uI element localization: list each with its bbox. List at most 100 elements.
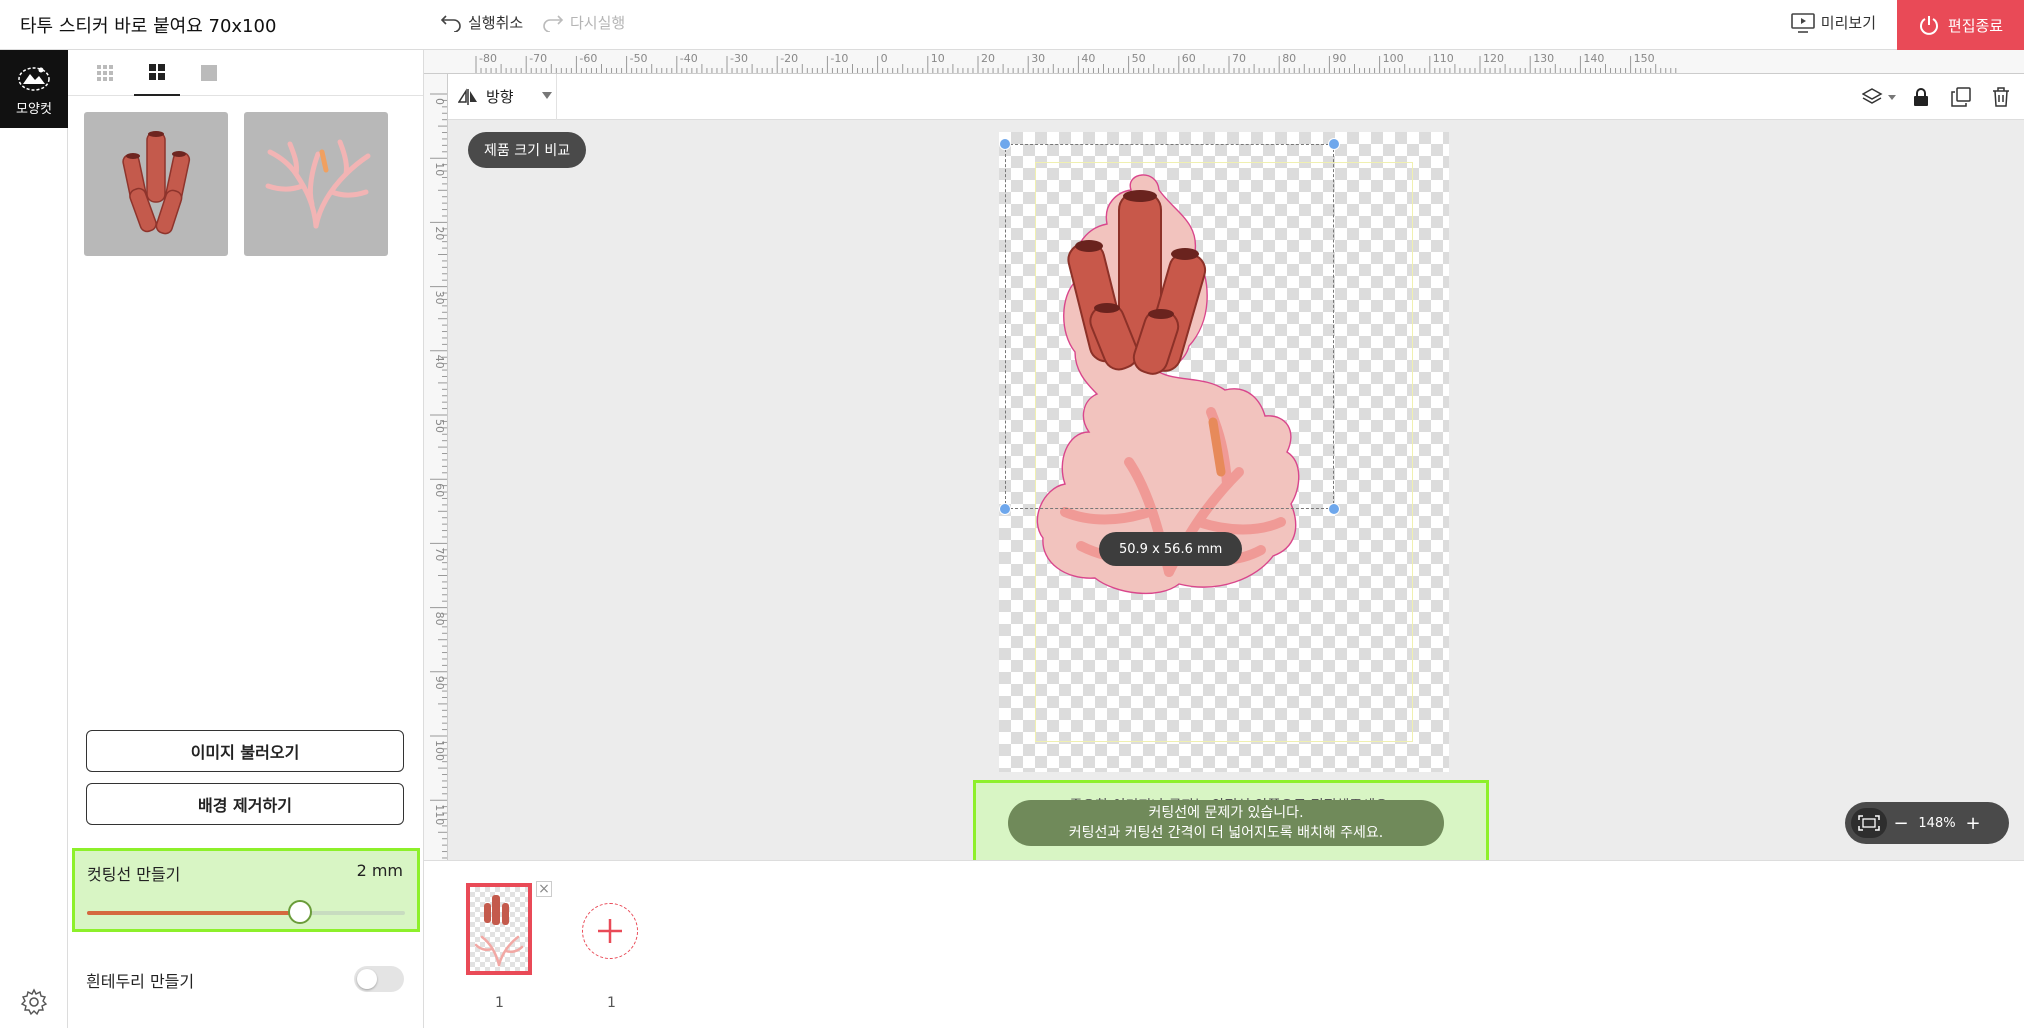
cutline-slider[interactable] [87,900,405,924]
ruler-label: -40 [680,52,698,65]
ruler-label: -10 [830,52,848,65]
import-image-button[interactable]: 이미지 불러오기 [86,730,404,772]
ruler-label: 140 [1583,52,1604,65]
tube-coral-image [122,131,191,235]
redo-icon [543,14,564,32]
ruler-label: 100 [1383,52,1404,65]
horizontal-ruler: -80 -70 -60 -50 -40 -30 -20 -10 0 10 20 30 40 50 60 70 8… [424,50,2024,74]
undo-label: 실행취소 [468,14,524,32]
flip-icon [458,87,477,105]
ruler-label: 10 [433,162,446,176]
layer-order-button[interactable] [1860,84,1900,110]
ruler-label: 30 [1031,52,1045,65]
ruler-label: 50 [1132,52,1146,65]
page-thumbnail[interactable] [466,883,532,975]
trash-icon [1993,87,2009,107]
ruler-label: 120 [1483,52,1504,65]
image-thumbnail-branch-coral[interactable] [244,112,388,256]
white-border-label: 흰테두리 만들기 [86,972,195,991]
ruler-label: 150 [1634,52,1655,65]
redo-button[interactable]: 다시실행 [542,12,625,33]
resize-handle-bottom-right[interactable] [1328,503,1340,515]
cutline-settings: 컷팅선 만들기 2 mm [72,848,420,932]
small-grid-icon [97,65,113,81]
white-border-toggle[interactable] [354,966,404,992]
settings-gear-icon[interactable] [20,988,48,1016]
ruler-label: 70 [433,547,446,561]
fit-to-screen-button[interactable] [1851,808,1887,838]
cutline-slider-thumb[interactable] [288,900,313,924]
ruler-label: 0 [433,98,446,105]
large-square-icon [201,65,217,81]
ruler-label: 30 [433,291,446,305]
view-large-tab[interactable] [186,50,232,96]
medium-grid-icon [149,64,165,80]
ruler-label: 80 [433,612,446,626]
power-icon [1919,16,1938,35]
layers-icon [1862,88,1896,104]
cutline-label: 컷팅선 만들기 [87,865,181,884]
ruler-label: 50 [433,419,446,433]
zoom-out-button[interactable]: − [1887,813,1915,834]
canvas-workspace[interactable]: 제품 크기 비교 50.9 x 56.6 mm 커팅선에 문제가 있습니다. 커… [448,120,2024,866]
page-number: 1 [495,995,504,1011]
resize-handle-bottom-left[interactable] [999,503,1011,515]
chevron-down-icon[interactable] [542,92,552,99]
warning-line-1: 커팅선에 문제가 있습니다. [1148,805,1304,821]
preview-button[interactable]: 미리보기 [1790,12,1876,33]
page-preview-image [474,895,524,967]
monitor-play-icon [1790,12,1815,33]
duplicate-button[interactable] [1948,84,1974,110]
ruler-label: 110 [1433,52,1454,65]
ruler-label: 90 [1332,52,1346,65]
cutline-warning: 중요한 이미지나 글자는 안전선 안쪽으로 편집해주세요. 커팅선에 문제가 있… [973,780,1489,866]
ruler-label: -80 [479,52,497,65]
direction-label: 방향 [486,88,514,106]
top-bar: 타투 스티커 바로 붙여요 70x100 실행취소 다시실행 미리보기 편집종료 [0,0,2024,50]
plus-icon [598,919,622,943]
image-thumbnail-tube-coral[interactable] [84,112,228,256]
lock-button[interactable] [1908,84,1934,110]
ruler-label: -30 [730,52,748,65]
add-page-button[interactable] [582,903,638,959]
canvas-toolbar: 방향 [448,74,2024,120]
zoom-control: − 148% + [1845,802,2009,844]
fit-screen-icon [1858,815,1880,831]
toggle-knob [357,969,377,989]
lock-icon [1914,88,1928,106]
ruler-label: 90 [433,676,446,690]
direction-dropdown[interactable]: 방향 [458,86,514,107]
shape-cut-tool[interactable]: 모양컷 [0,50,68,128]
compare-size-button[interactable]: 제품 크기 비교 [468,132,587,168]
ruler-label: 60 [1182,52,1196,65]
ruler-label: 60 [433,483,446,497]
image-panel: 이미지 불러오기 배경 제거하기 컷팅선 만들기 2 mm 흰테두리 만들기 [68,50,424,1028]
divider [556,74,557,120]
resize-handle-top-left[interactable] [999,138,1011,150]
ruler-label: 40 [433,355,446,369]
zoom-in-button[interactable]: + [1959,813,1987,834]
ruler-label: 110 [433,804,446,825]
delete-button[interactable] [1988,84,2014,110]
remove-page-button[interactable]: × [536,881,552,897]
cutline-value: 2 mm [356,861,403,880]
cutline-slider-fill [87,911,301,915]
selection-box[interactable] [1005,144,1334,509]
remove-background-button[interactable]: 배경 제거하기 [86,783,404,825]
view-medium-grid-tab[interactable] [134,50,180,96]
exit-editor-button[interactable]: 편집종료 [1897,0,2024,50]
selection-size-badge: 50.9 x 56.6 mm [1099,532,1243,566]
undo-button[interactable]: 실행취소 [440,12,523,33]
left-rail: 모양컷 [0,50,68,1028]
image-thumbnails [84,112,388,256]
copy-icon [1951,87,1971,107]
ruler-label: -60 [579,52,597,65]
ruler-label: 10 [931,52,945,65]
preview-label: 미리보기 [1820,14,1876,32]
view-small-grid-tab[interactable] [82,50,128,96]
resize-handle-top-right[interactable] [1328,138,1340,150]
warning-toast: 커팅선에 문제가 있습니다. 커팅선과 커팅선 간격이 더 넓어지도록 배치해 … [1008,800,1444,846]
page-strip: × 1 1 [424,860,2024,1028]
warning-line-2: 커팅선과 커팅선 간격이 더 넓어지도록 배치해 주세요. [1068,825,1384,841]
ruler-label: 40 [1081,52,1095,65]
